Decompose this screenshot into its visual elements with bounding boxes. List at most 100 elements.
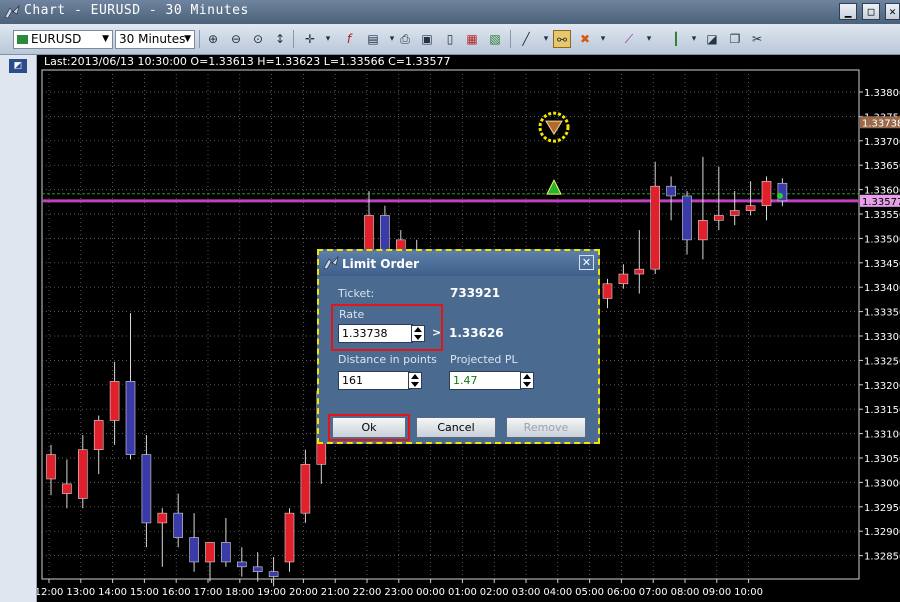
- chart-settings-icon[interactable]: ◩: [9, 59, 27, 73]
- delete-objects-icon[interactable]: ✖: [576, 30, 594, 48]
- x-tick-label: 15:00: [130, 587, 159, 598]
- symbol-flag-icon: [17, 35, 28, 44]
- projected-pl-label: Projected PL: [450, 353, 518, 366]
- candle-body: [666, 185, 676, 197]
- x-tick-label: 17:00: [194, 587, 223, 598]
- ok-button[interactable]: Ok: [332, 417, 406, 438]
- x-tick-label: 18:00: [225, 587, 254, 598]
- candle-body: [141, 454, 152, 524]
- zoom-in-icon[interactable]: ⊕: [204, 30, 222, 48]
- timeframe-value: 30 Minutes: [119, 32, 186, 46]
- y-tick-label: 1.33700: [864, 137, 900, 148]
- candle-body: [618, 273, 629, 285]
- x-tick-label: 12:00: [37, 587, 63, 598]
- link-tool-icon[interactable]: ⚯: [553, 30, 571, 48]
- x-tick-label: 13:00: [66, 587, 95, 598]
- properties-icon[interactable]: ◪: [703, 30, 721, 48]
- toolbar-divider: [199, 30, 200, 48]
- document-icon[interactable]: ▯: [441, 30, 459, 48]
- save-icon[interactable]: ▣: [418, 30, 436, 48]
- y-tick-label: 1.33800: [864, 88, 900, 99]
- y-tick-label: 1.33650: [864, 161, 900, 172]
- y-tick-label: 1.33150: [864, 405, 900, 416]
- candle-body: [77, 449, 88, 499]
- cancel-button[interactable]: Cancel: [416, 417, 496, 438]
- y-tick-label: 1.33000: [864, 478, 900, 489]
- x-tick-label: 00:00: [416, 587, 445, 598]
- maximize-button[interactable]: □: [862, 3, 880, 20]
- chart-side-panel: ◩: [0, 55, 37, 602]
- arrow-up-icon: [411, 374, 419, 379]
- candle-body: [189, 537, 199, 563]
- chevron-down-icon: ▼: [184, 34, 191, 44]
- dialog-title-bar: Limit Order ✕: [319, 251, 598, 276]
- candle-body: [698, 220, 708, 241]
- rate-input[interactable]: 1.33738: [338, 324, 413, 343]
- x-tick-label: 10:00: [734, 587, 763, 598]
- template-icon[interactable]: ▤: [364, 30, 382, 48]
- tools-icon[interactable]: ✂: [748, 30, 766, 48]
- zoom-out-icon[interactable]: ⊖: [227, 30, 245, 48]
- candle-body: [221, 542, 231, 563]
- candle-body: [300, 464, 311, 514]
- current-price-label: 1.33577: [862, 197, 900, 208]
- arrow-down-icon: [523, 382, 531, 387]
- dropdown-arrow-icon[interactable]: ▾: [594, 30, 612, 48]
- crosshair-icon[interactable]: ✛: [301, 30, 319, 48]
- copy-market-rate-button[interactable]: >: [432, 326, 441, 339]
- app-icon: [4, 5, 20, 19]
- toolbar-divider: [293, 30, 294, 48]
- arrow-up-icon: [414, 327, 422, 332]
- y-tick-label: 1.33250: [864, 356, 900, 367]
- rate-label: Rate: [339, 308, 365, 321]
- symbol-select[interactable]: EURUSD ▼: [13, 30, 113, 49]
- line-tool-icon[interactable]: ╱: [517, 30, 535, 48]
- y-tick-label: 1.33450: [864, 259, 900, 270]
- chart-image-icon[interactable]: ▦: [463, 30, 481, 48]
- symbol-value: EURUSD: [31, 32, 82, 46]
- print-icon[interactable]: ⎙: [396, 30, 414, 48]
- x-tick-label: 07:00: [639, 587, 668, 598]
- timeframe-select[interactable]: 30 Minutes ▼: [115, 30, 195, 49]
- dropdown-arrow-icon[interactable]: ▾: [319, 30, 337, 48]
- dropdown-arrow-icon[interactable]: ▾: [685, 30, 703, 48]
- fibonacci-icon[interactable]: ⟋: [620, 30, 638, 48]
- candle-body: [205, 542, 215, 563]
- zoom-fit-icon[interactable]: ⊙: [249, 30, 267, 48]
- y-tick-label: 1.32900: [864, 527, 900, 538]
- distance-input[interactable]: 161: [338, 371, 410, 390]
- x-tick-label: 05:00: [575, 587, 604, 598]
- close-icon[interactable]: ✕: [579, 255, 594, 270]
- chevron-down-icon: ▼: [102, 34, 109, 44]
- last-price-dot: [777, 192, 783, 199]
- limit-order-dialog: Limit Order ✕ Ticket: 733921 Rate 1.3373…: [317, 249, 600, 444]
- candle-body: [237, 561, 247, 568]
- indicator-function-icon[interactable]: f: [340, 30, 358, 48]
- x-tick-label: 14:00: [98, 587, 127, 598]
- scale-icon[interactable]: ↕: [271, 30, 289, 48]
- x-tick-label: 02:00: [480, 587, 509, 598]
- projected-pl-stepper[interactable]: [520, 372, 534, 389]
- toolbar-divider: [510, 30, 511, 48]
- ticket-value: 733921: [450, 286, 501, 300]
- candle-body: [268, 571, 279, 577]
- export-icon[interactable]: ▧: [486, 30, 504, 48]
- minimize-button[interactable]: ▁: [839, 3, 857, 20]
- y-tick-label: 1.32850: [864, 552, 900, 563]
- app-icon: [323, 256, 339, 270]
- close-window-button[interactable]: ✕: [885, 3, 900, 20]
- y-tick-label: 1.33350: [864, 308, 900, 319]
- last-bar-info: Last:2013/06/13 10:30:00 O=1.33613 H=1.3…: [44, 55, 451, 68]
- rate-stepper[interactable]: [411, 325, 425, 342]
- candles-icon[interactable]: ┃: [667, 30, 685, 48]
- remove-button[interactable]: Remove: [506, 417, 586, 438]
- candle-body: [125, 381, 136, 455]
- candle-body: [634, 268, 645, 275]
- dropdown-arrow-icon[interactable]: ▾: [640, 30, 658, 48]
- distance-stepper[interactable]: [408, 372, 422, 389]
- candle-body: [745, 205, 756, 211]
- limit-price-label: 1.33738: [862, 118, 900, 129]
- x-tick-label: 19:00: [257, 587, 286, 598]
- x-tick-label: 03:00: [512, 587, 541, 598]
- copy-icon[interactable]: ❐: [726, 30, 744, 48]
